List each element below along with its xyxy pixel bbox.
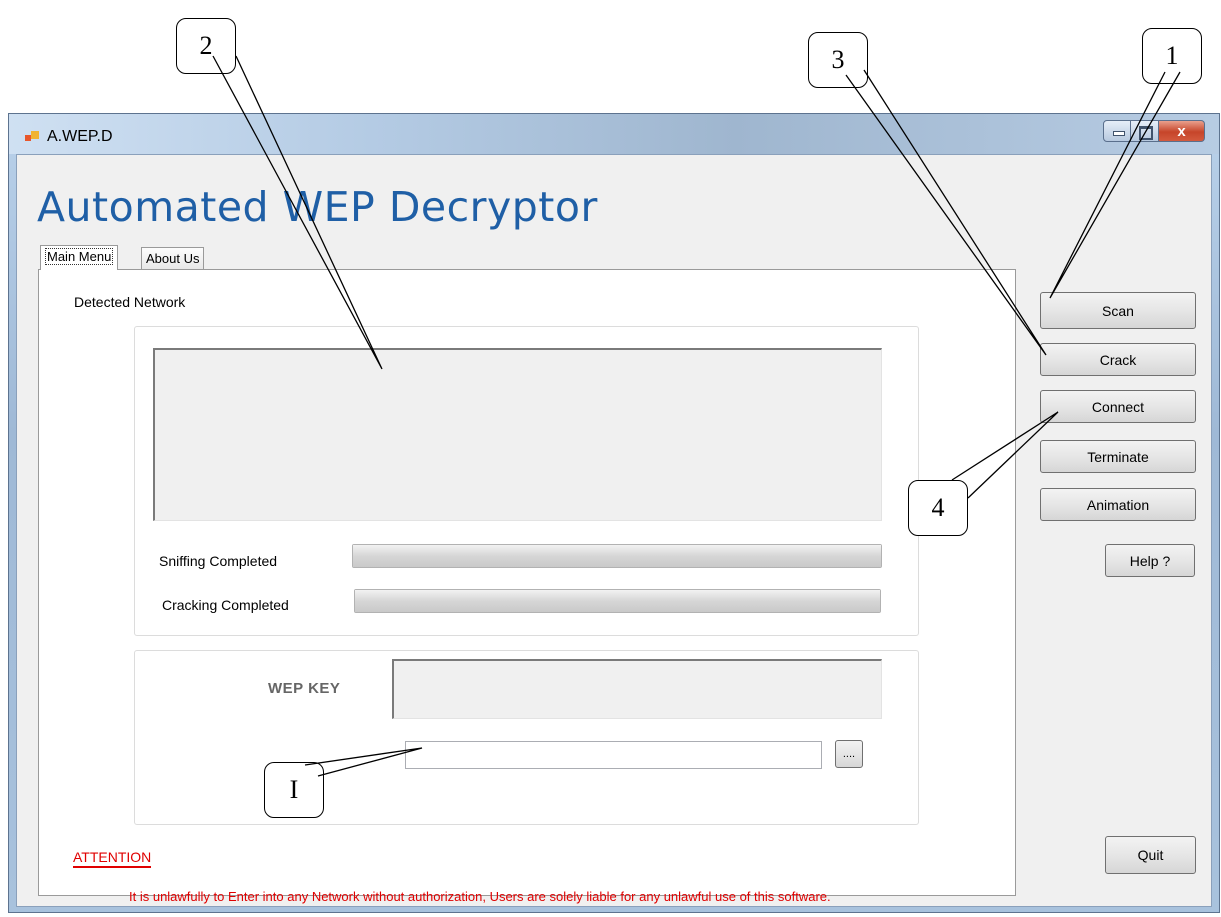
animation-button[interactable]: Animation [1040,488,1196,521]
window-title: A.WEP.D [47,128,113,145]
quit-button[interactable]: Quit [1105,836,1196,874]
detected-network-label: Detected Network [74,294,186,310]
callout-4: 4 [908,480,968,536]
detected-network-list[interactable] [153,348,882,521]
attention-title: ATTENTION [73,849,152,868]
app-window: A.WEP.D x Automated WEP Decryptor Main M… [8,113,1220,913]
close-button[interactable]: x [1159,120,1205,142]
window-controls: x [1103,120,1205,142]
connect-button[interactable]: Connect [1040,390,1196,423]
sniffing-progress-bar [352,544,882,568]
callout-1: 1 [1142,28,1202,84]
wep-key-label: WEP KEY [268,680,341,697]
scan-button[interactable]: Scan [1040,292,1196,329]
file-path-field[interactable] [405,741,822,769]
client-area: Automated WEP Decryptor Main Menu About … [16,154,1212,907]
sniffing-completed-label: Sniffing Completed [159,553,278,569]
browse-button[interactable]: .... [835,740,863,768]
maximize-button[interactable] [1131,120,1159,142]
cracking-progress-bar [354,589,881,613]
callout-i: I [264,762,324,818]
attention-text: It is unlawfully to Enter into any Netwo… [129,889,831,904]
tab-about-us[interactable]: About Us [141,247,205,270]
title-bar[interactable]: A.WEP.D x [9,114,1219,154]
cracking-progress-fill [355,590,880,612]
terminate-button[interactable]: Terminate [1040,440,1196,473]
minimize-button[interactable] [1103,120,1131,142]
minimize-icon [1113,131,1125,136]
tab-about-us-label: About Us [146,251,200,266]
help-button[interactable]: Help ? [1105,544,1195,577]
crack-button[interactable]: Crack [1040,343,1196,376]
app-icon [25,131,39,143]
sniffing-progress-fill [353,545,881,567]
wep-key-group: WEP KEY .... [134,650,919,825]
callout-2: 2 [176,18,236,74]
network-group: Sniffing Completed Cracking Completed [134,326,919,636]
main-menu-panel: Detected Network Sniffing Completed Crac… [38,269,1016,896]
tab-main-menu-label: Main Menu [45,248,114,265]
callout-3: 3 [808,32,868,88]
close-icon: x [1177,123,1186,140]
tab-main-menu[interactable]: Main Menu [40,245,119,270]
wep-key-output[interactable] [392,659,882,719]
cracking-completed-label: Cracking Completed [162,597,289,613]
maximize-icon [1139,126,1153,140]
app-heading: Automated WEP Decryptor [37,183,598,231]
